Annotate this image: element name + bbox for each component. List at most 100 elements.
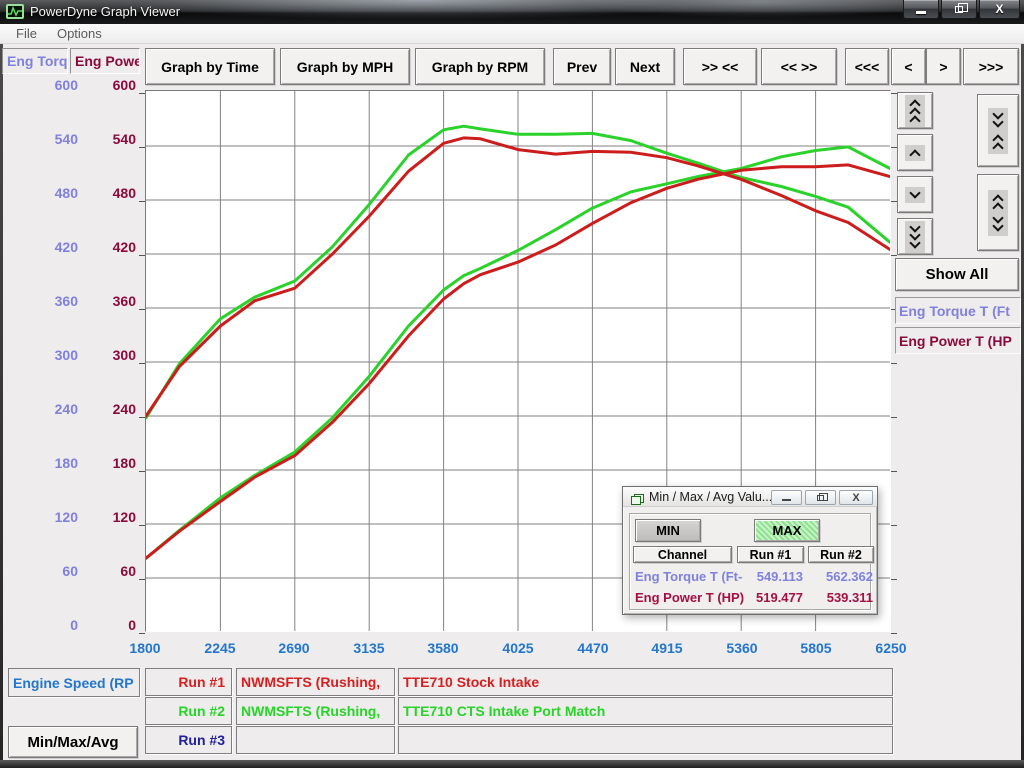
toolbar-button--[interactable]: << >> [761,48,837,85]
run-operator-box: NWMSFTS (Rushing, [236,697,395,725]
rpm-axis-tick: 6250 [863,640,919,656]
rpm-axis-tick: 3580 [415,640,471,656]
torque-axis-tick: 600 [30,77,78,93]
tick-mark-right [891,579,897,580]
power-axis-tick: 180 [88,455,136,471]
chevron-up-triple-icon [905,95,925,127]
torque-axis-tick: 540 [30,131,78,147]
power-axis-tick: 0 [88,617,136,633]
tick-mark-left [139,633,145,634]
run-description-box [398,726,893,754]
minmax-window-title: Min / Max / Avg Valu... [649,490,772,504]
tick-mark-right [891,471,897,472]
power-axis-tick: 300 [88,347,136,363]
run-number-box: Run #2 [145,697,232,725]
toolbar-button-graph-by-time[interactable]: Graph by Time [145,48,275,85]
power-axis-tick: 120 [88,509,136,525]
minmax-run2-value: 539.311 [807,590,873,607]
chevron-expand-icon [988,190,1008,236]
minmax-header-run1[interactable]: Run #1 [737,546,804,563]
run-operator-box: NWMSFTS (Rushing, [236,668,395,696]
tick-mark-right [891,633,897,634]
power-axis-tick: 60 [88,563,136,579]
scroll-down-button[interactable] [897,176,933,213]
toolbar-button--[interactable]: >>> [963,48,1019,85]
scroll-up-button[interactable] [897,134,933,171]
toolbar-button-prev[interactable]: Prev [553,48,611,85]
window-title: PowerDyne Graph Viewer [30,4,180,19]
toolbar-button-graph-by-mph[interactable]: Graph by MPH [280,48,410,85]
torque-axis-tick: 480 [30,185,78,201]
rpm-axis-tick: 5360 [714,640,770,656]
tick-mark-right [891,363,897,364]
minimize-glyph [782,499,791,501]
minmax-run1-value: 519.477 [737,590,803,607]
max-button[interactable]: MAX [754,519,820,542]
legend-eng-power: Eng Power T (HP [895,327,1021,354]
run-number-box: Run #3 [145,726,232,754]
toolbar-button--[interactable]: >> << [683,48,757,85]
window-frame-bottom [0,760,1024,768]
app-icon [6,4,24,19]
toolbar-button-graph-by-rpm[interactable]: Graph by RPM [415,48,545,85]
toolbar-button--[interactable]: < [891,48,926,85]
run-operator-box [236,726,395,754]
scroll-down-fast-button[interactable] [897,218,933,255]
tab-eng-torque[interactable]: Eng Torq [2,48,68,74]
torque-axis-tick: 300 [30,347,78,363]
rpm-axis-tick: 1800 [117,640,173,656]
power-axis-tick: 600 [88,77,136,93]
chevron-down-icon [905,187,925,203]
power-axis-tick: 540 [88,131,136,147]
minimize-glyph [916,11,926,14]
toolbar-button--[interactable]: > [926,48,961,85]
minmax-restore-icon[interactable] [805,490,836,505]
power-axis-tick: 480 [88,185,136,201]
minimize-icon[interactable] [903,0,939,19]
torque-axis-tick: 60 [30,563,78,579]
legend-eng-torque: Eng Torque T (Ft [895,297,1021,324]
zoom-contract-button[interactable] [977,94,1019,167]
show-all-button[interactable]: Show All [895,258,1019,291]
minmax-window: Min / Max / Avg Valu... X MIN MAX Channe… [622,486,878,615]
toolbar-button--[interactable]: <<< [845,48,889,85]
rpm-axis-tick: 4470 [565,640,621,656]
close-icon[interactable]: X [979,0,1020,19]
power-axis-tick: 240 [88,401,136,417]
restore-glyph [955,6,963,13]
minmax-header-run2[interactable]: Run #2 [808,546,874,563]
min-button[interactable]: MIN [635,519,701,542]
power-axis-tick: 420 [88,239,136,255]
rpm-axis-tick: 2245 [192,640,248,656]
toolbar-button-next[interactable]: Next [615,48,675,85]
zoom-expand-button[interactable] [977,174,1019,251]
run-number-box: Run #1 [145,668,232,696]
tick-mark-right [891,417,897,418]
menu-item-options[interactable]: Options [49,25,110,42]
minmaxavg-button[interactable]: Min/Max/Avg [8,726,138,758]
minmax-close-icon[interactable]: X [839,490,873,505]
run-description-box: TTE710 Stock Intake [398,668,893,696]
window-frame-left [0,44,3,760]
minmax-minimize-icon[interactable] [771,490,802,505]
torque-axis-tick: 120 [30,509,78,525]
rpm-axis-tick: 3135 [341,640,397,656]
torque-axis-tick: 0 [30,617,78,633]
minmax-titlebar[interactable]: Min / Max / Avg Valu... X [623,487,877,507]
close-glyph: X [995,2,1003,16]
restore-icon[interactable] [941,0,977,19]
minmax-header-channel[interactable]: Channel [633,546,732,563]
chevron-down-triple-icon [905,221,925,253]
chevron-contract-icon [988,108,1008,154]
tick-mark-right [891,255,897,256]
x-axis-channel-box: Engine Speed (RP [8,668,140,697]
chevron-up-icon [905,145,925,161]
menu-item-file[interactable]: File [8,25,45,42]
minmax-run1-value: 549.113 [737,569,803,586]
tab-eng-power[interactable]: Eng Powe [70,48,140,74]
torque-axis-tick: 360 [30,293,78,309]
title-bar: PowerDyne Graph Viewer X [0,0,1024,24]
minmax-run2-value: 562.362 [807,569,873,586]
scroll-up-fast-button[interactable] [897,92,933,129]
rpm-axis-tick: 4025 [490,640,546,656]
